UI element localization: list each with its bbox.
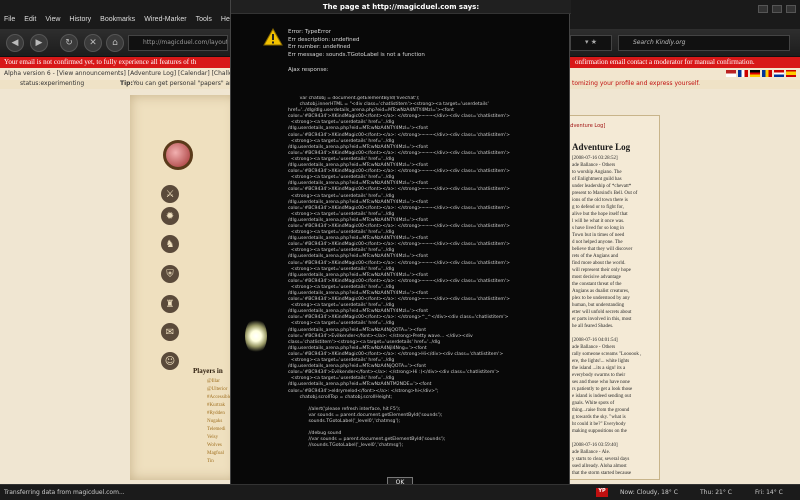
menu-file[interactable]: File [4,16,15,23]
screen: File Edit View History Bookmarks Wired-M… [0,0,800,500]
players-heading: Players in [193,367,223,375]
menu-history[interactable]: History [69,16,91,23]
ajax-response-code: var chatobj = document.getElementById('l… [288,96,511,449]
light-glow-icon [245,318,267,354]
player-item[interactable]: #Kurtrak [207,402,231,410]
weather-fri: Fri: 14° C [755,489,783,496]
banner-text-right: onfirmation email contact a moderator fo… [575,58,755,66]
warning-icon [263,28,283,46]
flag-us-icon[interactable] [726,70,736,77]
window-controls [758,5,796,13]
player-item[interactable]: Nugaks [207,418,231,426]
stop-icon[interactable]: ✕ [84,34,102,52]
weather-thu: Thu: 21° C [700,489,732,496]
language-flags [726,70,796,77]
reload-icon[interactable]: ↻ [60,34,78,52]
bookmark-star-icon[interactable]: ▾ ★ [570,35,612,51]
player-item[interactable]: @Ulterior [207,386,231,394]
status-text: Transferring data from magicduel.com... [4,489,125,496]
menu-wired-marker[interactable]: Wired-Marker [144,16,186,23]
adventure-log-body: [2008-07-16 03:28:52] ade Ballance - Oth… [572,156,642,476]
menu-tools[interactable]: Tools [196,16,212,23]
close-button[interactable] [786,5,796,13]
flag-de-icon[interactable] [750,70,760,77]
back-arrow-icon[interactable]: ◀ [6,34,24,52]
tip-label: Tip: [120,80,133,87]
yp-icon[interactable]: YP [596,488,608,497]
alert-dialog: The page at http://magicduel.com says: E… [230,0,571,500]
wheel-icon[interactable]: ✹ [161,207,179,225]
flag-ro-icon[interactable] [762,70,772,77]
portrait-icon[interactable]: ☺ [161,352,179,370]
player-item[interactable]: @Illar [207,378,231,386]
flag-es-icon[interactable] [786,70,796,77]
adventure-log-title: Adventure Log [572,142,631,152]
tip-text-right: tomizing your profile and express yourse… [572,80,701,87]
player-list: @Illar @Ulterior #Accessible #Kurtrak #R… [207,378,231,466]
error-message: Error: TypeError Err description: undefi… [288,29,425,73]
browser-statusbar: Transferring data from magicduel.com... … [0,484,800,500]
forward-arrow-icon[interactable]: ▶ [30,34,48,52]
tip-text: You can get personal "papers" and [133,80,237,87]
crossed-swords-icon[interactable]: ⚔ [161,185,179,203]
mail-icon[interactable]: ✉ [161,323,179,341]
player-item[interactable]: Magfoal [207,450,231,458]
flag-nl-icon[interactable] [774,70,784,77]
menu-view[interactable]: View [45,16,60,23]
weather-now: Now: Cloudy, 18° C [620,489,678,496]
home-icon[interactable]: ⌂ [106,34,124,52]
profile-orb-icon[interactable] [163,140,193,170]
creature-icon[interactable]: ♞ [161,235,179,253]
search-input[interactable]: Search Kindly.org [618,35,790,51]
flag-fr-icon[interactable] [738,70,748,77]
url-input[interactable]: http://magicduel.com/layout.p [128,35,228,51]
status-text: status:experimenting [20,80,85,87]
adventure-log-link[interactable]: [Adventure Log] [565,123,605,129]
player-item[interactable]: Wolves [207,442,231,450]
player-item[interactable]: Telemedi [207,426,231,434]
player-item[interactable]: #Accessible [207,394,231,402]
shield-icon[interactable]: ⛨ [161,265,179,283]
dialog-title: The page at http://magicduel.com says: [231,0,571,14]
player-item[interactable]: Tin [207,458,231,466]
minimize-button[interactable] [758,5,768,13]
dragon-icon[interactable]: ♜ [161,295,179,313]
menu-edit[interactable]: Edit [24,16,36,23]
site-nav-links[interactable]: Alpha version 6 - [View announcements] [… [4,70,244,77]
player-item[interactable]: #Rydden [207,410,231,418]
maximize-button[interactable] [772,5,782,13]
menu-bookmarks[interactable]: Bookmarks [100,16,135,23]
banner-text: Your email is not confirmed yet, to full… [4,58,197,66]
player-item[interactable]: Velsy [207,434,231,442]
